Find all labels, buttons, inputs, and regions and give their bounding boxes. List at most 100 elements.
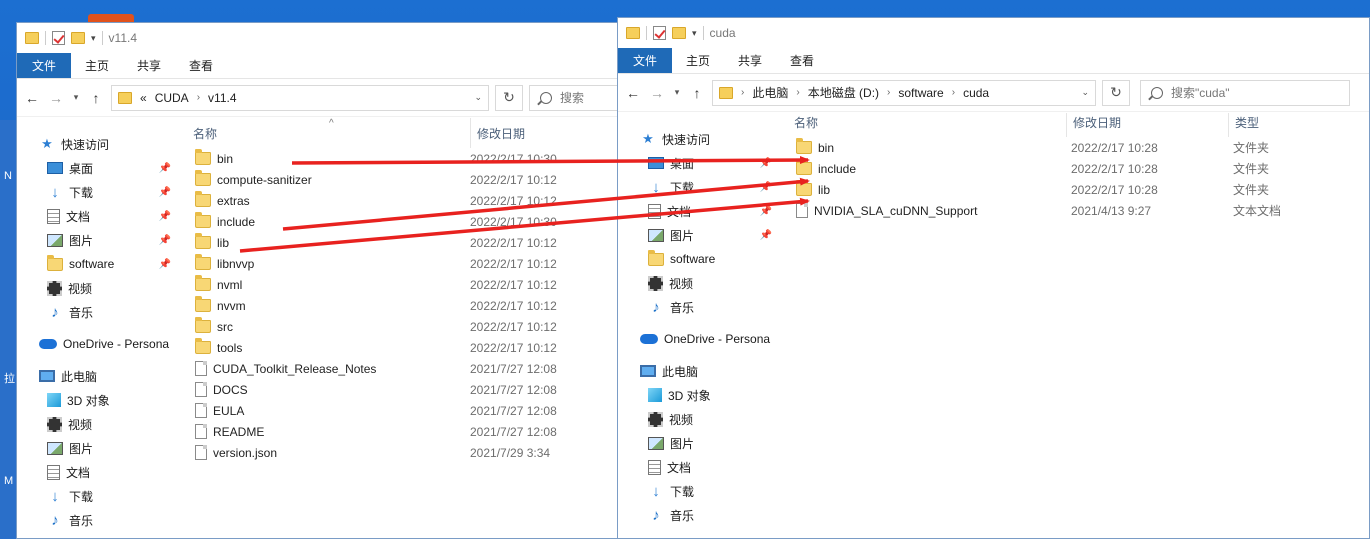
file-row[interactable]: bin 2022/2/17 10:30 [175,148,655,169]
search-input[interactable]: 搜索"cuda" [1140,79,1350,106]
new-folder-icon[interactable] [672,27,686,39]
nav-item[interactable]: ♪ 音乐 [17,300,175,324]
search-input[interactable]: 搜索 [529,84,619,111]
breadcrumb-cuda[interactable]: CUDA [155,91,189,105]
nav-item[interactable]: 视频 [618,407,776,431]
chevron-right-icon[interactable]: › [796,87,799,98]
nav-item[interactable]: 3D 对象 [618,383,776,407]
breadcrumb-this-pc[interactable]: 此电脑 [752,84,788,101]
nav-quick-access[interactable]: ★ 快速访问 [17,132,175,156]
file-row[interactable]: DOCS 2021/7/27 12:08 [175,379,655,400]
divider [702,26,704,40]
nav-item[interactable]: 图片 📌 [17,228,175,252]
customize-toolbar-icon[interactable]: ▾ [91,33,96,44]
tab-view[interactable]: 查看 [776,48,828,73]
file-row[interactable]: extras 2022/2/17 10:12 [175,190,655,211]
nav-item[interactable]: 视频 [618,271,776,295]
tab-share[interactable]: 共享 [123,53,175,78]
breadcrumb-cuda[interactable]: cuda [963,86,989,100]
nav-item[interactable]: 文档 📌 [618,199,776,223]
file-row[interactable]: libnvvp 2022/2/17 10:12 [175,253,655,274]
breadcrumb-v11-4[interactable]: v11.4 [208,91,236,105]
nav-item[interactable]: ♪ 音乐 [618,503,776,527]
nav-item[interactable]: ↓ 下载 [17,484,175,508]
file-row[interactable]: NVIDIA_SLA_cuDNN_Support 2021/4/13 9:27 文本… [776,200,1369,221]
forward-icon[interactable]: → [648,85,666,101]
up-icon[interactable]: ↑ [87,90,105,106]
chevron-down-icon[interactable]: ⌄ [474,92,482,103]
nav-item[interactable]: 桌面 📌 [17,156,175,180]
nav-item[interactable]: ↓ 下载 📌 [17,180,175,204]
file-row[interactable]: src 2022/2/17 10:12 [175,316,655,337]
column-type[interactable]: 类型 [1228,113,1328,137]
file-row[interactable]: lib 2022/2/17 10:28 文件夹 [776,179,1369,200]
file-row[interactable]: EULA 2021/7/27 12:08 [175,400,655,421]
column-date-modified[interactable]: 修改日期 [470,118,630,148]
column-name[interactable]: 名称 [175,118,470,148]
nav-this-pc[interactable]: 此电脑 [17,364,175,388]
nav-onedrive[interactable]: OneDrive - Persona [17,332,175,356]
nav-item[interactable]: 图片 [618,431,776,455]
new-folder-icon[interactable] [71,32,85,44]
nav-item[interactable]: ♪ 音乐 [618,295,776,319]
nav-item[interactable]: 文档 [618,455,776,479]
file-row[interactable]: version.json 2021/7/29 3:34 [175,442,655,463]
file-row[interactable]: lib 2022/2/17 10:12 [175,232,655,253]
tab-file[interactable]: 文件 [618,48,673,73]
nav-quick-access[interactable]: ★ 快速访问 [618,127,776,151]
file-row[interactable]: nvml 2022/2/17 10:12 [175,274,655,295]
tab-share[interactable]: 共享 [724,48,776,73]
tab-home[interactable]: 主页 [672,48,724,73]
breadcrumb-software[interactable]: software [898,86,943,100]
forward-icon[interactable]: → [47,90,65,106]
chevron-right-icon[interactable]: › [952,87,955,98]
nav-item[interactable]: 图片 📌 [618,223,776,247]
column-date-modified[interactable]: 修改日期 [1066,113,1228,137]
nav-item[interactable]: 3D 对象 [17,388,175,412]
nav-item[interactable]: software [618,247,776,271]
refresh-button[interactable]: ↻ [495,84,523,111]
tab-home[interactable]: 主页 [71,53,123,78]
nav-this-pc[interactable]: 此电脑 [618,359,776,383]
file-row[interactable]: CUDA_Toolkit_Release_Notes 2021/7/27 12:0… [175,358,655,379]
file-row[interactable]: compute-sanitizer 2022/2/17 10:12 [175,169,655,190]
file-row[interactable]: bin 2022/2/17 10:28 文件夹 [776,137,1369,158]
chevron-right-icon[interactable]: › [197,92,200,103]
tab-file[interactable]: 文件 [17,53,72,78]
back-icon[interactable]: ← [23,90,41,106]
nav-item[interactable]: 视频 [17,412,175,436]
file-row[interactable]: tools 2022/2/17 10:12 [175,337,655,358]
chevron-right-icon[interactable]: › [887,87,890,98]
nav-item[interactable]: 视频 [17,276,175,300]
properties-icon[interactable] [653,26,666,40]
chevron-right-icon[interactable]: › [741,87,744,98]
chevron-down-icon[interactable]: ⌄ [1081,87,1089,98]
customize-toolbar-icon[interactable]: ▾ [692,28,697,39]
nav-item[interactable]: software 📌 [17,252,175,276]
up-icon[interactable]: ↑ [688,85,706,101]
address-bar[interactable]: › 此电脑 › 本地磁盘 (D:) › software › cuda ⌄ [712,79,1096,106]
tab-view[interactable]: 查看 [175,53,227,78]
folder-icon [626,27,640,39]
nav-item[interactable]: ↓ 下载 📌 [618,175,776,199]
file-row[interactable]: nvvm 2022/2/17 10:12 [175,295,655,316]
file-row[interactable]: include 2022/2/17 10:30 [175,211,655,232]
column-name[interactable]: 名称 [776,113,1066,137]
file-row[interactable]: include 2022/2/17 10:28 文件夹 [776,158,1369,179]
file-row[interactable]: README 2021/7/27 12:08 [175,421,655,442]
properties-icon[interactable] [52,31,65,45]
recent-locations-icon[interactable]: ▾ [672,87,682,98]
nav-item[interactable]: ↓ 下载 [618,479,776,503]
back-icon[interactable]: ← [624,85,642,101]
address-bar[interactable]: « CUDA › v11.4 ⌄ [111,84,489,111]
nav-item[interactable]: ♪ 音乐 [17,508,175,532]
breadcrumb-local-disk-d[interactable]: 本地磁盘 (D:) [808,84,879,101]
nav-item[interactable]: 桌面 📌 [618,151,776,175]
refresh-button[interactable]: ↻ [1102,79,1130,106]
recent-locations-icon[interactable]: ▾ [71,92,81,103]
breadcrumb-overflow[interactable]: « [140,91,147,105]
nav-item[interactable]: 文档 [17,460,175,484]
nav-onedrive[interactable]: OneDrive - Persona [618,327,776,351]
nav-item[interactable]: 文档 📌 [17,204,175,228]
nav-item[interactable]: 图片 [17,436,175,460]
